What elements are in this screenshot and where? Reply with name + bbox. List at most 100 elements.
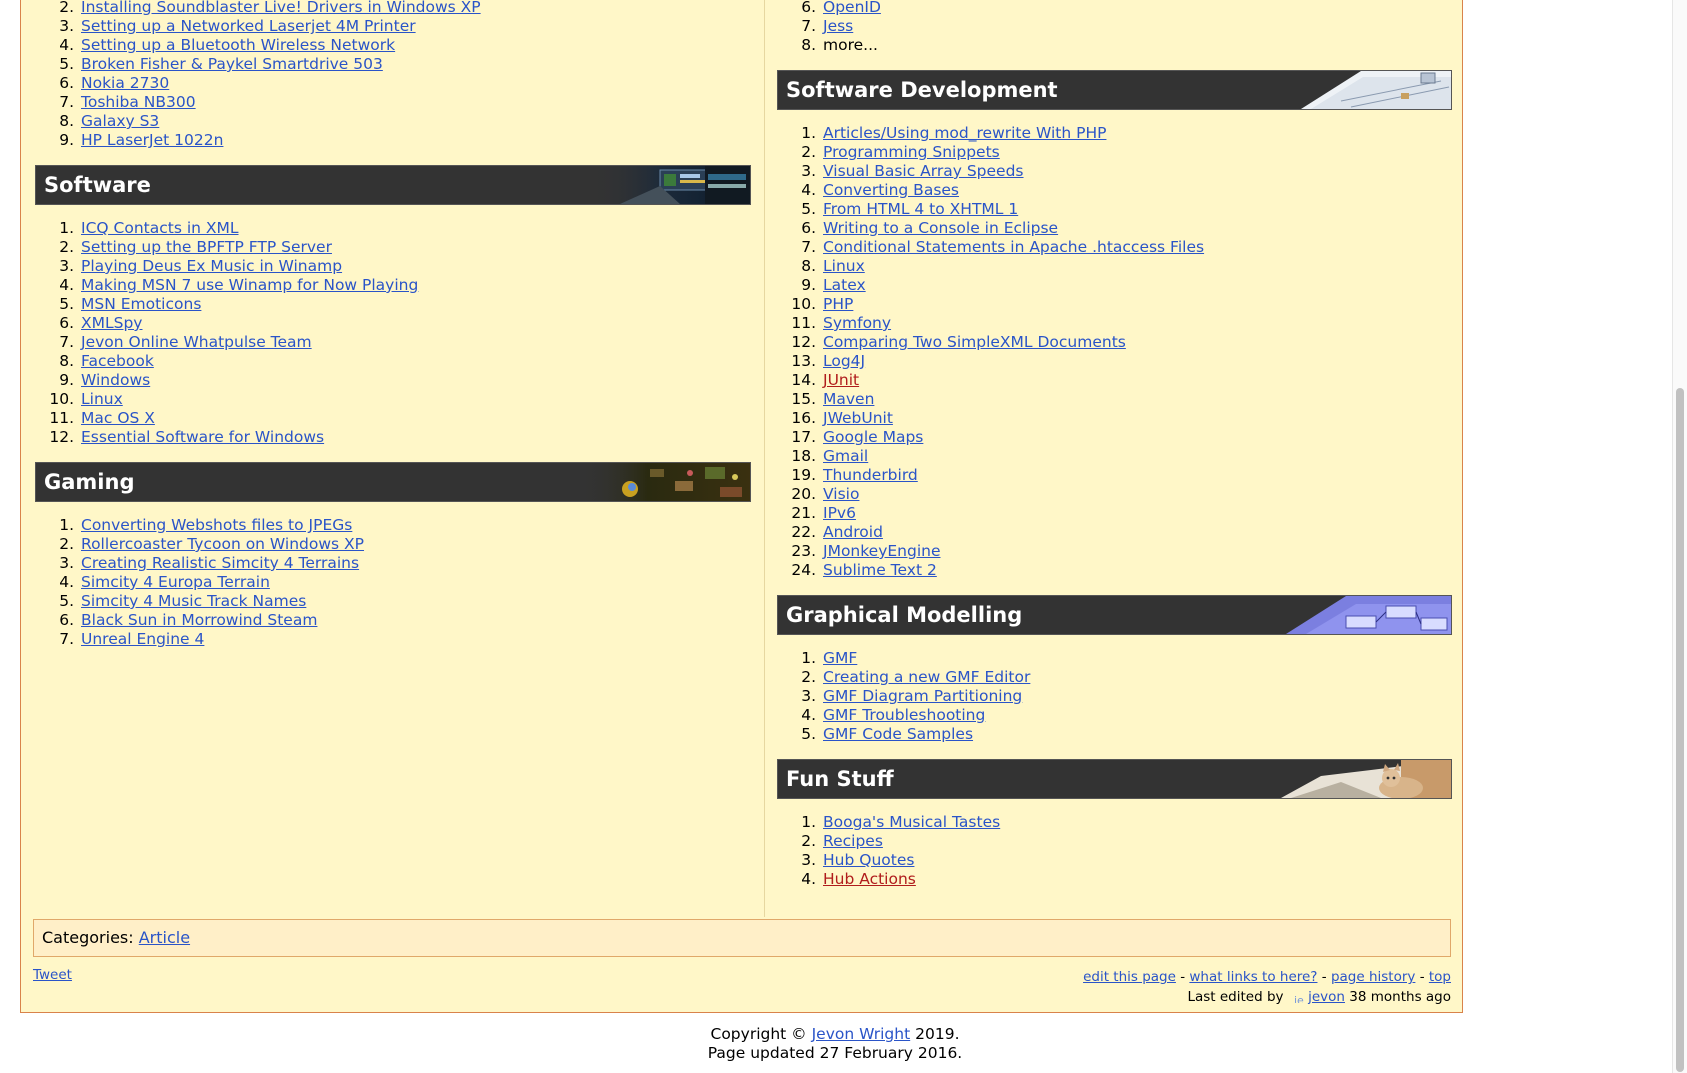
article-link[interactable]: Thunderbird <box>823 466 918 484</box>
article-link[interactable]: MSN Emoticons <box>81 295 201 313</box>
article-link[interactable]: Creating a new GMF Editor <box>823 668 1030 686</box>
list-item: PHP <box>821 295 1452 314</box>
list-item: Black Sun in Morrowind Steam <box>79 611 751 630</box>
article-link[interactable]: Simcity 4 Europa Terrain <box>81 573 270 591</box>
scrollbar-thumb[interactable] <box>1676 388 1684 1072</box>
article-link[interactable]: Setting up a Networked Laserjet 4M Print… <box>81 17 416 35</box>
list-item: MSN Emoticons <box>79 295 751 314</box>
list-item: Symfony <box>821 314 1452 333</box>
section-title: Software <box>44 173 151 197</box>
article-link[interactable]: ICQ Contacts in XML <box>81 219 239 237</box>
article-link[interactable]: Black Sun in Morrowind Steam <box>81 611 317 629</box>
article-link[interactable]: Installing Soundblaster Live! Drivers in… <box>81 0 481 16</box>
article-link[interactable]: Mac OS X <box>81 409 155 427</box>
article-link[interactable]: Essential Software for Windows <box>81 428 324 446</box>
article-link[interactable]: HP LaserJet 1022n <box>81 131 223 149</box>
article-link[interactable]: Comparing Two SimpleXML Documents <box>823 333 1126 351</box>
category-link-article[interactable]: Article <box>139 928 190 947</box>
section-title: Fun Stuff <box>786 767 894 791</box>
article-link[interactable]: Converting Webshots files to JPEGs <box>81 516 352 534</box>
hardware-list: Installing Soundblaster Live! Drivers in… <box>35 0 751 150</box>
tweet-button[interactable]: Tweet <box>33 967 72 983</box>
copyright-footer: Copyright © Jevon Wright 2019. Page upda… <box>0 1025 1670 1063</box>
section-header-software: Software <box>35 165 751 205</box>
author-link[interactable]: Jevon Wright <box>812 1025 911 1043</box>
article-link[interactable]: Programming Snippets <box>823 143 1000 161</box>
scrollbar[interactable] <box>1672 0 1687 1073</box>
top-link[interactable]: top <box>1429 969 1451 985</box>
section-header-gaming: Gaming <box>35 462 751 502</box>
last-edited-suffix: 38 months ago <box>1349 989 1451 1005</box>
list-item: Installing Soundblaster Live! Drivers in… <box>79 0 751 17</box>
article-link[interactable]: Hub Actions <box>823 870 916 888</box>
article-link[interactable]: Booga's Musical Tastes <box>823 813 1000 831</box>
list-item: Creating Realistic Simcity 4 Terrains <box>79 554 751 573</box>
article-link[interactable]: GMF <box>823 649 857 667</box>
article-link[interactable]: Linux <box>823 257 865 275</box>
article-link[interactable]: Galaxy S3 <box>81 112 159 130</box>
article-link[interactable]: JMonkeyEngine <box>823 542 941 560</box>
article-link[interactable]: IPv6 <box>823 504 856 522</box>
article-link[interactable]: Recipes <box>823 832 883 850</box>
what-links-here-link[interactable]: what links to here? <box>1189 969 1317 985</box>
list-item: XMLSpy <box>79 314 751 333</box>
software-list: ICQ Contacts in XMLSetting up the BPFTP … <box>35 219 751 447</box>
article-link[interactable]: Google Maps <box>823 428 923 446</box>
graphical-modelling-list: GMFCreating a new GMF EditorGMF Diagram … <box>777 649 1452 744</box>
article-link[interactable]: GMF Diagram Partitioning <box>823 687 1022 705</box>
article-link[interactable]: JWebUnit <box>823 409 893 427</box>
article-link[interactable]: Linux <box>81 390 123 408</box>
article-link[interactable]: GMF Code Samples <box>823 725 973 743</box>
article-link[interactable]: Windows <box>81 371 150 389</box>
article-link[interactable]: Unreal Engine 4 <box>81 630 204 648</box>
article-link[interactable]: PHP <box>823 295 853 313</box>
copyright-prefix: Copyright © <box>710 1025 807 1043</box>
list-item: Jevon Online Whatpulse Team <box>79 333 751 352</box>
article-link[interactable]: Hub Quotes <box>823 851 914 869</box>
article-link[interactable]: Setting up the BPFTP FTP Server <box>81 238 332 256</box>
list-item: Playing Deus Ex Music in Winamp <box>79 257 751 276</box>
last-edited-line: Last edited by je jevon 38 months ago <box>1083 987 1451 1007</box>
article-link[interactable]: GMF Troubleshooting <box>823 706 985 724</box>
list-item: GMF Troubleshooting <box>821 706 1452 725</box>
article-link[interactable]: Nokia 2730 <box>81 74 169 92</box>
list-item: Recipes <box>821 832 1452 851</box>
article-link[interactable]: Broken Fisher & Paykel Smartdrive 503 <box>81 55 383 73</box>
list-item: Facebook <box>79 352 751 371</box>
article-link[interactable]: Articles/Using mod_rewrite With PHP <box>823 124 1106 142</box>
article-link[interactable]: From HTML 4 to XHTML 1 <box>823 200 1018 218</box>
article-link[interactable]: Sublime Text 2 <box>823 561 937 579</box>
article-link[interactable]: Jevon Online Whatpulse Team <box>81 333 312 351</box>
article-link[interactable]: Latex <box>823 276 866 294</box>
editor-link[interactable]: jevon <box>1308 989 1345 1005</box>
article-link[interactable]: Making MSN 7 use Winamp for Now Playing <box>81 276 418 294</box>
article-link[interactable]: Facebook <box>81 352 154 370</box>
article-link[interactable]: Conditional Statements in Apache .htacce… <box>823 238 1204 256</box>
article-link[interactable]: Visio <box>823 485 859 503</box>
article-link[interactable]: Symfony <box>823 314 891 332</box>
categories-box: Categories: Article <box>33 919 1451 957</box>
section-header-software-development: Software Development <box>777 70 1452 110</box>
list-item: Hub Actions <box>821 870 1452 889</box>
article-link[interactable]: Toshiba NB300 <box>81 93 196 111</box>
article-link[interactable]: Maven <box>823 390 874 408</box>
article-link[interactable]: Writing to a Console in Eclipse <box>823 219 1058 237</box>
page-history-link[interactable]: page history <box>1331 969 1415 985</box>
list-item: Gmail <box>821 447 1452 466</box>
article-link[interactable]: Android <box>823 523 883 541</box>
article-link[interactable]: Visual Basic Array Speeds <box>823 162 1024 180</box>
article-link[interactable]: Setting up a Bluetooth Wireless Network <box>81 36 395 54</box>
article-link[interactable]: Creating Realistic Simcity 4 Terrains <box>81 554 359 572</box>
article-link[interactable]: Playing Deus Ex Music in Winamp <box>81 257 342 275</box>
article-link[interactable]: XMLSpy <box>81 314 142 332</box>
article-link[interactable]: Gmail <box>823 447 868 465</box>
article-link[interactable]: JUnit <box>823 371 859 389</box>
article-link[interactable]: OpenID <box>823 0 881 16</box>
article-link[interactable]: Jess <box>823 17 853 35</box>
edit-page-link[interactable]: edit this page <box>1083 969 1176 985</box>
list-item: Setting up a Networked Laserjet 4M Print… <box>79 17 751 36</box>
article-link[interactable]: Converting Bases <box>823 181 959 199</box>
article-link[interactable]: Log4J <box>823 352 865 370</box>
article-link[interactable]: Rollercoaster Tycoon on Windows XP <box>81 535 364 553</box>
article-link[interactable]: Simcity 4 Music Track Names <box>81 592 306 610</box>
